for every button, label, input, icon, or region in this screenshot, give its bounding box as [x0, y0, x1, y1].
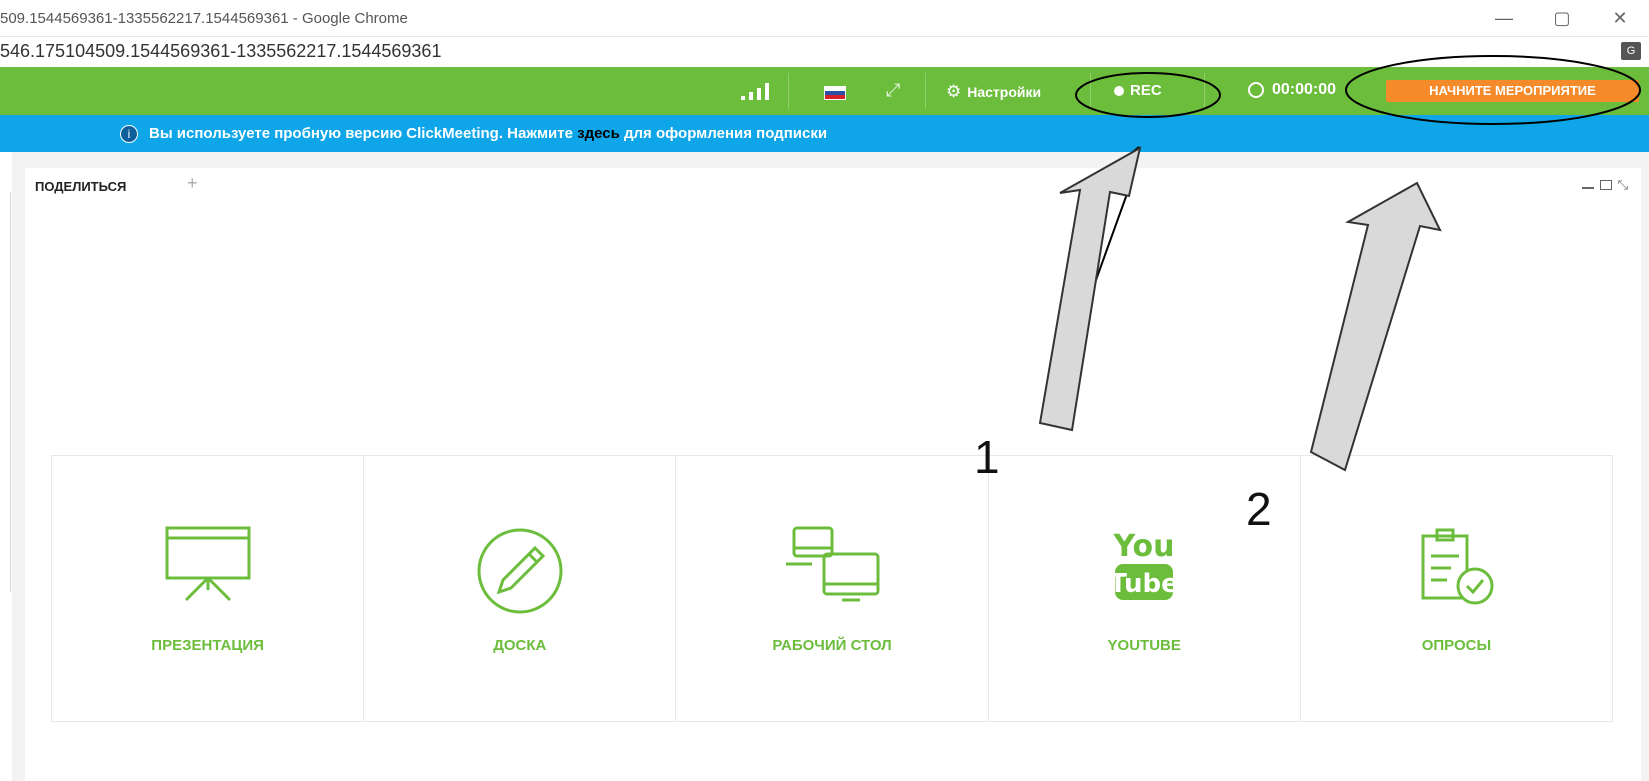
minimize-button[interactable]: —	[1475, 0, 1533, 36]
start-event-button[interactable]: НАЧНИТЕ МЕРОПРИЯТИЕ	[1386, 80, 1639, 102]
panel-header: ПОДЕЛИТЬСЯ + ⤡	[25, 168, 1641, 202]
tile-label: ОПРОСЫ	[1421, 637, 1492, 654]
record-dot-icon	[1114, 85, 1124, 96]
tab-share[interactable]: ПОДЕЛИТЬСЯ	[35, 179, 126, 194]
pencil-icon	[475, 526, 565, 621]
maximize-panel-icon[interactable]	[1599, 180, 1612, 190]
signal-strength-icon[interactable]	[741, 80, 771, 100]
url-text[interactable]: 546.175104509.1544569361-1335562217.1544…	[0, 41, 441, 62]
annotation-1: 1	[974, 431, 1000, 483]
fullscreen-panel-icon[interactable]: ⤡	[1618, 177, 1628, 193]
trial-message-prefix: Вы используете пробную версию ClickMeeti…	[149, 125, 578, 142]
address-bar[interactable]: 546.175104509.1544569361-1335562217.1544…	[0, 37, 1649, 67]
translate-icon[interactable]: G	[1621, 42, 1641, 60]
share-options: ПРЕЗЕНТАЦИЯ ДОСКА РАБОЧИЙ СТОЛ You Tube …	[51, 455, 1613, 722]
expand-icon[interactable]: ⤢	[886, 80, 900, 101]
left-edge	[0, 152, 12, 781]
subscribe-link[interactable]: здесь	[577, 125, 620, 142]
presentation-icon	[163, 526, 253, 609]
trial-notice-bar: i Вы используете пробную версию ClickMee…	[0, 115, 1649, 152]
minimize-panel-icon[interactable]	[1581, 187, 1594, 189]
tile-label: YOUTUBE	[1107, 637, 1181, 654]
tile-whiteboard[interactable]: ДОСКА	[364, 456, 677, 721]
info-icon: i	[120, 125, 138, 143]
share-panel: ПОДЕЛИТЬСЯ + ⤡ ПРЕЗЕНТАЦИЯ ДОСКА РАБОЧИЙ…	[25, 168, 1641, 781]
settings-label: Настройки	[967, 84, 1042, 100]
desktop-icon	[784, 526, 880, 611]
record-label: REC	[1130, 82, 1162, 99]
record-button[interactable]: REC	[1114, 82, 1162, 99]
trial-message: Вы используете пробную версию ClickMeeti…	[149, 125, 827, 142]
meeting-toolbar: ⤢ ⚙ Настройки REC 00:00:00 НАЧНИТЕ МЕРОП…	[0, 67, 1649, 115]
settings-button[interactable]: ⚙ Настройки	[946, 82, 1041, 102]
svg-text:Tube: Tube	[1109, 569, 1179, 599]
window-controls: — ▢ ✕	[1475, 0, 1649, 36]
close-button[interactable]: ✕	[1591, 0, 1649, 36]
timer-value: 00:00:00	[1272, 81, 1337, 98]
browser-titlebar: 509.1544569361-1335562217.1544569361 - G…	[0, 0, 1649, 37]
tile-label: РАБОЧИЙ СТОЛ	[772, 637, 892, 654]
meeting-timer: 00:00:00	[1248, 81, 1336, 99]
tile-presentation[interactable]: ПРЕЗЕНТАЦИЯ	[52, 456, 365, 721]
tile-label: ПРЕЗЕНТАЦИЯ	[151, 637, 264, 654]
gear-icon: ⚙	[946, 82, 962, 101]
poll-icon	[1411, 526, 1501, 615]
trial-message-suffix: для оформления подписки	[619, 125, 828, 142]
language-flag-icon[interactable]	[824, 86, 846, 100]
annotation-2: 2	[1246, 483, 1272, 535]
tile-desktop[interactable]: РАБОЧИЙ СТОЛ	[676, 456, 989, 721]
svg-text:You: You	[1113, 529, 1175, 564]
window-title: 509.1544569361-1335562217.1544569361 - G…	[0, 10, 408, 27]
tile-polls[interactable]: ОПРОСЫ	[1300, 456, 1613, 721]
clock-icon	[1248, 82, 1264, 98]
youtube-icon: You Tube	[1101, 524, 1187, 611]
tile-label: ДОСКА	[493, 637, 547, 654]
add-tab-button[interactable]: +	[187, 173, 198, 194]
maximize-button[interactable]: ▢	[1533, 0, 1591, 36]
panel-window-controls: ⤡	[1581, 177, 1628, 193]
